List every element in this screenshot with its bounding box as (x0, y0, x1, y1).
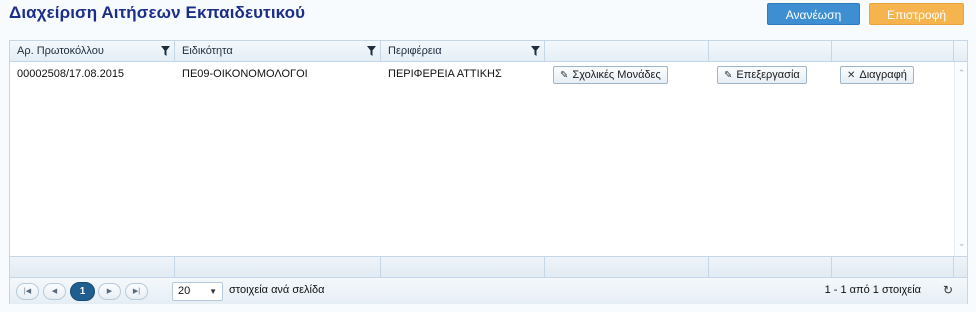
back-button[interactable]: Επιστροφή (869, 3, 964, 25)
page-title: Διαχείριση Αιτήσεων Εκπαιδευτικού (9, 3, 306, 22)
filter-icon[interactable] (367, 46, 376, 56)
column-header-region-label: Περιφέρεια (388, 45, 442, 57)
close-icon: ✕ (847, 70, 856, 81)
column-header-region[interactable]: Περιφέρεια (381, 41, 545, 61)
edit-label: Επεξεργασία (736, 69, 800, 81)
refresh-button[interactable]: Ανανέωση (767, 3, 860, 25)
chevron-down-icon: ▼ (209, 287, 217, 296)
footer-cell (832, 257, 954, 277)
column-header-delete (832, 41, 954, 61)
last-page-button[interactable]: ▶| (125, 283, 148, 300)
pager: |◀ ◀ 1 ▶ ▶| 20 ▼ στοιχεία ανά σελίδα 1 -… (10, 278, 967, 304)
page-size-select[interactable]: 20 ▼ (172, 282, 223, 301)
pencil-icon: ✎ (724, 70, 733, 81)
footer-cell (709, 257, 832, 277)
column-header-protocol-label: Αρ. Πρωτοκόλλου (17, 45, 104, 57)
region-cell: ΠΕΡΙΦΕΡΕΙΑ ΑΤΤΙΚΗΣ (388, 68, 502, 80)
table-row[interactable]: 00002508/17.08.2015 ΠΕ09-ΟΙΚΟΝΟΜΟΛΟΓΟΙ Π… (10, 62, 954, 88)
column-header-edit (709, 41, 832, 61)
edit-button[interactable]: ✎ Επεξεργασία (717, 66, 807, 84)
filter-icon[interactable] (161, 46, 170, 56)
column-header-specialty-label: Ειδικότητα (182, 45, 233, 57)
refresh-icon[interactable]: ↻ (943, 283, 953, 297)
protocol-cell: 00002508/17.08.2015 (17, 68, 125, 80)
current-page-button[interactable]: 1 (70, 282, 95, 301)
scroll-down-icon[interactable]: ⌄ (956, 238, 967, 249)
delete-label: Διαγραφή (859, 69, 907, 81)
footer-cell (175, 257, 381, 277)
column-header-schools (545, 41, 709, 61)
next-page-button[interactable]: ▶ (98, 283, 121, 300)
scroll-up-icon[interactable]: ⌃ (956, 68, 967, 79)
filter-icon[interactable] (531, 46, 540, 56)
column-header-protocol[interactable]: Αρ. Πρωτοκόλλου (10, 41, 175, 61)
school-units-label: Σχολικές Μονάδες (572, 69, 661, 81)
per-page-label: στοιχεία ανά σελίδα (229, 284, 325, 296)
footer-cell (545, 257, 709, 277)
grid-footer (10, 256, 967, 278)
first-page-button[interactable]: |◀ (16, 283, 39, 300)
prev-page-button[interactable]: ◀ (43, 283, 66, 300)
page: Διαχείριση Αιτήσεων Εκπαιδευτικού Ανανέω… (0, 0, 976, 312)
school-units-button[interactable]: ✎ Σχολικές Μονάδες (553, 66, 668, 84)
range-info: 1 - 1 από 1 στοιχεία (824, 284, 921, 296)
applications-grid: Αρ. Πρωτοκόλλου Ειδικότητα Περιφέρεια 00… (9, 40, 968, 304)
grid-header: Αρ. Πρωτοκόλλου Ειδικότητα Περιφέρεια (10, 41, 967, 62)
vertical-scrollbar[interactable]: ⌃ ⌄ (954, 62, 967, 256)
page-size-value: 20 (178, 285, 191, 297)
footer-cell (10, 257, 175, 277)
pencil-icon: ✎ (560, 70, 569, 81)
footer-cell (381, 257, 545, 277)
delete-button[interactable]: ✕ Διαγραφή (840, 66, 914, 84)
column-header-specialty[interactable]: Ειδικότητα (175, 41, 381, 61)
specialty-cell: ΠΕ09-ΟΙΚΟΝΟΜΟΛΟΓΟΙ (182, 68, 308, 80)
